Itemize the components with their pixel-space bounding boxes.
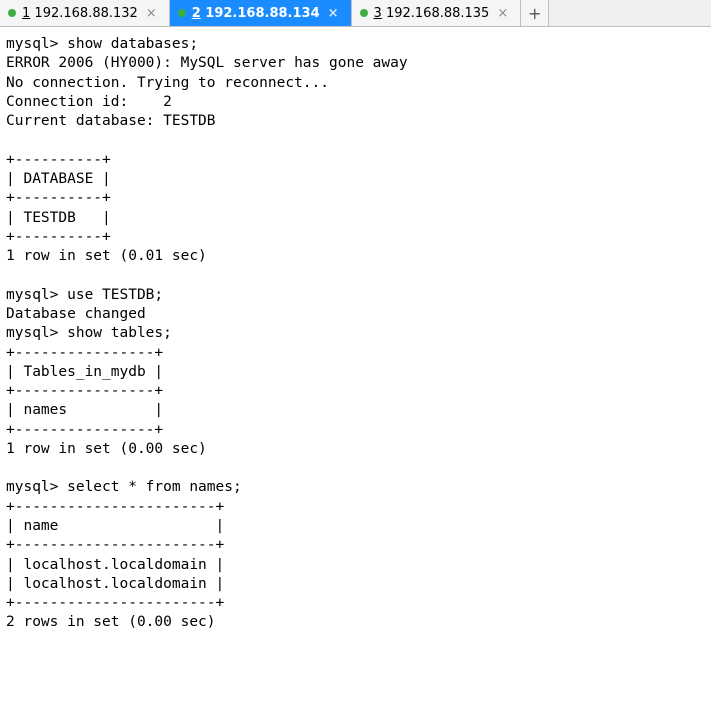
tab-ip: 192.168.88.132 — [34, 6, 137, 21]
close-icon[interactable]: × — [495, 6, 510, 21]
tab-label: 2 192.168.88.134 — [192, 6, 320, 21]
close-icon[interactable]: × — [326, 6, 341, 21]
status-dot-icon — [8, 9, 16, 17]
tab-ip: 192.168.88.135 — [386, 6, 489, 21]
tab-bar: 1 192.168.88.132 × 2 192.168.88.134 × 3 … — [0, 0, 711, 27]
tab-3[interactable]: 3 192.168.88.135 × — [352, 0, 522, 26]
tab-label: 1 192.168.88.132 — [22, 6, 138, 21]
tab-label: 3 192.168.88.135 — [374, 6, 490, 21]
tab-1[interactable]: 1 192.168.88.132 × — [0, 0, 170, 26]
plus-icon: + — [528, 4, 541, 23]
terminal-output[interactable]: mysql> show databases; ERROR 2006 (HY000… — [0, 27, 711, 641]
tab-ip: 192.168.88.134 — [205, 6, 319, 21]
close-icon[interactable]: × — [144, 6, 159, 21]
tab-number: 1 — [22, 6, 30, 21]
new-tab-button[interactable]: + — [521, 0, 549, 26]
tab-number: 2 — [192, 6, 201, 21]
tab-number: 3 — [374, 6, 382, 21]
tab-2[interactable]: 2 192.168.88.134 × — [170, 0, 352, 26]
status-dot-icon — [178, 9, 186, 17]
status-dot-icon — [360, 9, 368, 17]
